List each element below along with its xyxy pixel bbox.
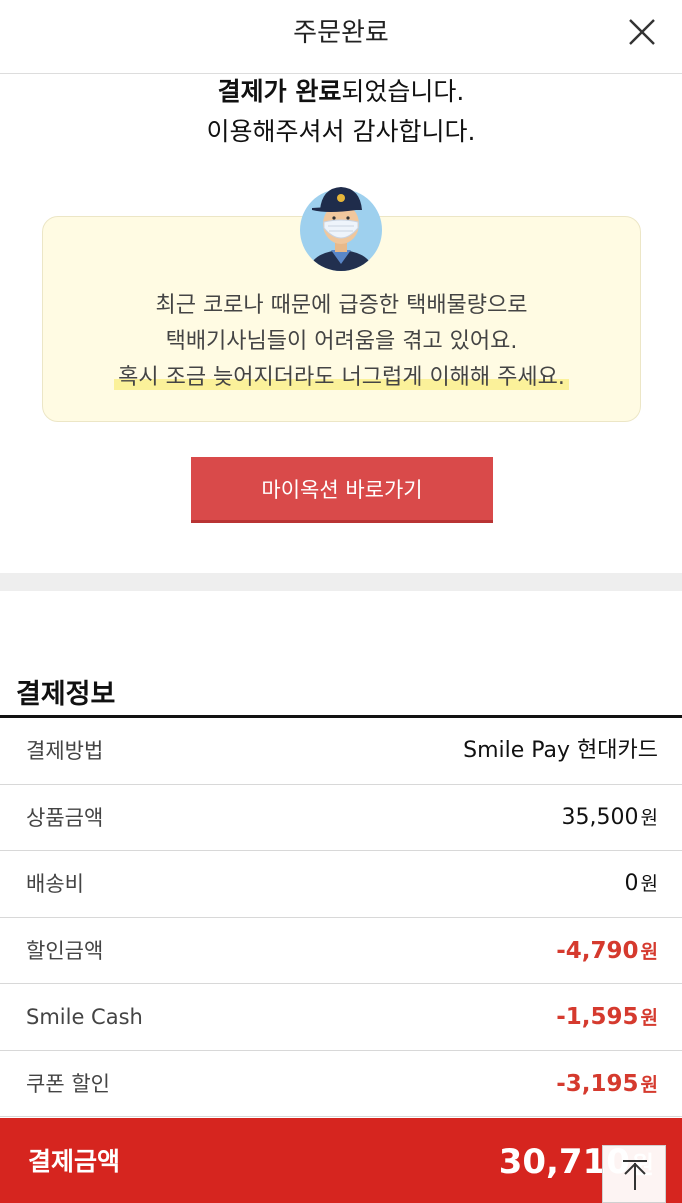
completion-bold-text: 결제가 완료 [217, 77, 342, 106]
arrow-up-to-top-icon [623, 1160, 647, 1190]
row-label: 상품금액 [26, 805, 104, 830]
page-title: 주문완료 [293, 18, 389, 48]
notice-line-1: 최근 코로나 때문에 급증한 택배물량으로 [155, 293, 528, 318]
row-unit: 원 [640, 1073, 658, 1096]
total-payment-label: 결제금액 [28, 1147, 121, 1176]
row-label: Smile Cash [26, 1005, 143, 1029]
product-amount-row: 상품금액 35,500 원 [0, 785, 682, 851]
row-unit: 원 [640, 940, 658, 963]
payment-method-row: 결제방법 Smile Pay 현대카드 [0, 718, 682, 785]
delivery-notice-text: 최근 코로나 때문에 급증한 택배물량으로 택배기사님들이 어려움을 겪고 있어… [42, 288, 641, 396]
row-value: -4,790 원 [556, 918, 658, 985]
discount-amount-row: 할인금액 -4,790 원 [0, 918, 682, 985]
scroll-to-top-button[interactable] [602, 1145, 666, 1203]
row-unit: 원 [640, 873, 658, 895]
smile-cash-row: Smile Cash -1,595 원 [0, 984, 682, 1051]
shipping-fee-row: 배송비 0원 [0, 851, 682, 918]
payment-info-list: 결제방법 Smile Pay 현대카드 상품금액 35,500 원 배송비 0원 … [0, 718, 682, 1117]
total-payment-bar: 결제금액 30,710원 [0, 1118, 682, 1203]
notice-line-2: 택배기사님들이 어려움을 겪고 있어요. [165, 329, 518, 354]
row-label: 배송비 [26, 872, 84, 896]
payment-info-title: 결제정보 [16, 679, 116, 710]
row-amount: 35,500 [561, 804, 639, 830]
myauction-button[interactable]: 마이옥션 바로가기 [191, 457, 493, 523]
row-amount: Smile Pay 현대카드 [463, 738, 658, 763]
close-button[interactable] [624, 14, 660, 50]
row-value: Smile Pay 현대카드 [463, 718, 658, 784]
coupon-discount-row: 쿠폰 할인 -3,195 원 [0, 1051, 682, 1118]
header: 주문완료 [0, 0, 682, 74]
completion-line-2: 이용해주셔서 감사합니다. [206, 117, 476, 146]
notice-line-3-wrap: 혹시 조금 늦어지더라도 너그럽게 이해해 주세요. [42, 360, 641, 396]
row-amount: -1,595 [556, 1004, 639, 1030]
section-divider [0, 573, 682, 591]
notice-line-3-highlighted: 혹시 조금 늦어지더라도 너그럽게 이해해 주세요. [114, 365, 569, 390]
row-label: 결제방법 [26, 739, 104, 763]
row-unit: 원 [640, 1007, 658, 1029]
row-label: 쿠폰 할인 [26, 1071, 110, 1096]
row-value: 35,500 원 [562, 785, 658, 851]
row-label: 할인금액 [26, 938, 104, 963]
row-amount: -3,195 [556, 1070, 639, 1097]
delivery-worker-avatar-icon [300, 187, 382, 271]
close-icon [629, 19, 655, 45]
row-value: -3,195 원 [556, 1051, 658, 1118]
row-amount: -4,790 [556, 937, 639, 964]
row-value: -1,595 원 [556, 984, 658, 1051]
row-value: 0원 [625, 851, 658, 917]
row-amount: 0 [624, 871, 639, 896]
completion-line-1: 결제가 완료되었습니다. [0, 72, 682, 112]
completion-rest-text: 되었습니다. [341, 77, 465, 106]
row-unit: 원 [640, 806, 658, 829]
completion-message: 결제가 완료되었습니다. 이용해주셔서 감사합니다. [0, 72, 682, 152]
